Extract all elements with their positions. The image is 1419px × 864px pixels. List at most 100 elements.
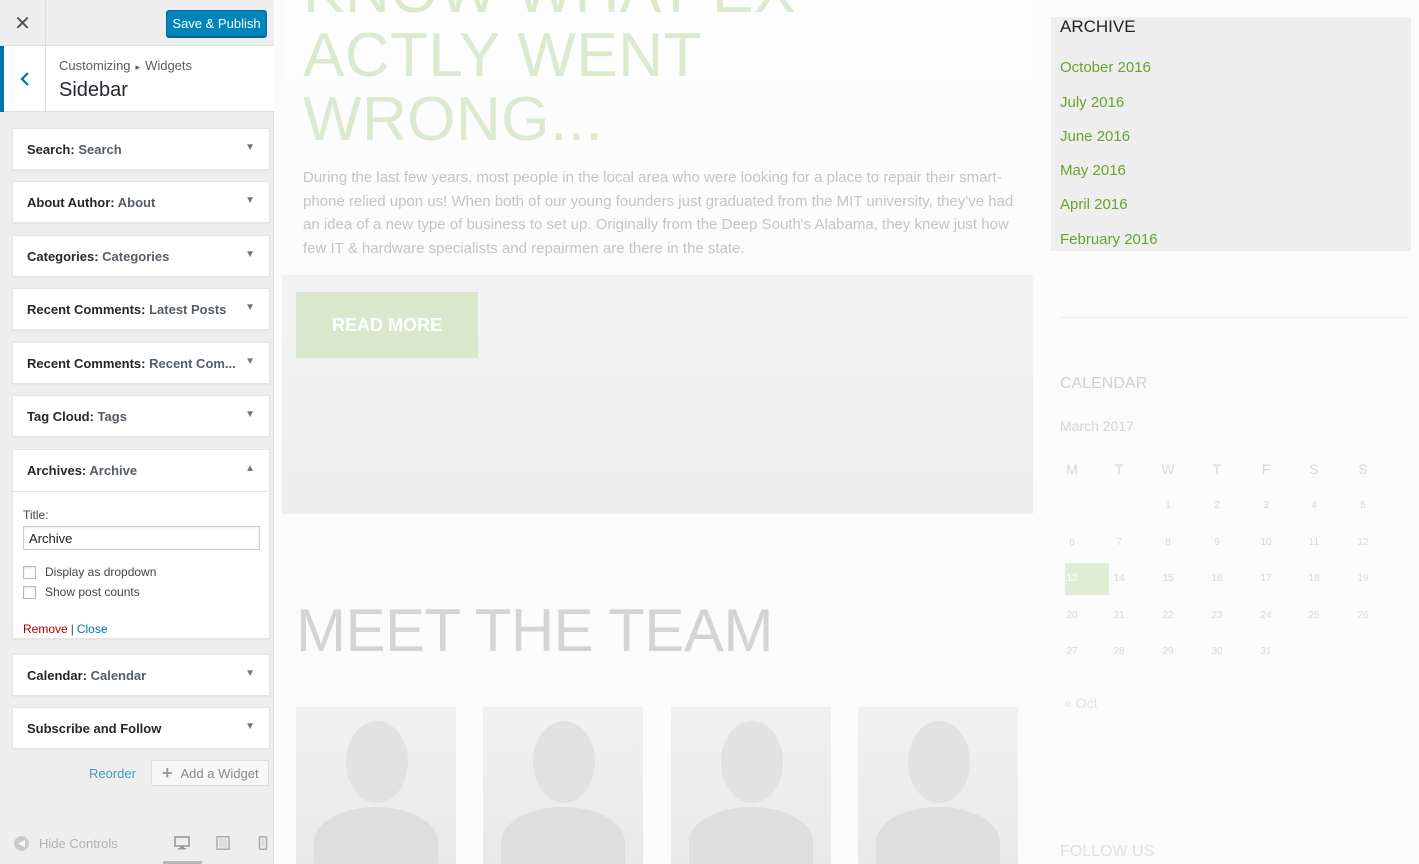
- add-widget-button[interactable]: + Add a Widget: [151, 760, 269, 786]
- caret-down-icon[interactable]: ▼: [245, 302, 255, 313]
- widget-type: Recent Comments: [27, 302, 142, 317]
- calendar-month: March 2017: [1060, 418, 1134, 434]
- caret-up-icon[interactable]: ▲: [245, 463, 255, 474]
- widget-archives-expanded: Archives: Archive ▲ Title: Display as dr…: [12, 449, 270, 639]
- calendar-day: 19: [1357, 573, 1369, 584]
- calendar-day: 4: [1311, 500, 1317, 511]
- breadcrumb-current: Widgets: [145, 58, 193, 73]
- calendar-weekday: W: [1161, 461, 1175, 477]
- archive-link[interactable]: July 2016: [1060, 94, 1124, 111]
- calendar-prev-link[interactable]: « Oct: [1064, 695, 1097, 711]
- breadcrumb-separator: ▸: [135, 62, 141, 72]
- calendar-weekday: F: [1261, 461, 1271, 477]
- calendar-day: 13: [1066, 573, 1078, 584]
- breadcrumb: Customizing ▸ Widgets: [59, 58, 192, 73]
- calendar-day: 16: [1211, 573, 1223, 584]
- close-icon[interactable]: ✕: [0, 0, 46, 46]
- follow-us-title: FOLLOW US: [1060, 843, 1155, 860]
- tablet-preview-icon[interactable]: [215, 836, 231, 850]
- widget-title: Search: Search: [27, 142, 122, 157]
- post-counts-option[interactable]: Show post counts: [23, 585, 140, 599]
- archive-widget: ARCHIVE October 2016 July 2016 June 2016…: [1051, 17, 1411, 251]
- title-input[interactable]: [23, 526, 260, 550]
- calendar-day: 6: [1069, 537, 1075, 548]
- hero-title-line: WRONG...: [303, 85, 604, 154]
- archive-link[interactable]: June 2016: [1060, 128, 1130, 145]
- save-publish-button[interactable]: Save & Publish: [166, 10, 267, 37]
- widget-title: Recent Comments: Recent Com...: [27, 356, 236, 371]
- team-member-photo: [296, 707, 456, 864]
- calendar-day: 15: [1162, 573, 1174, 584]
- archive-link[interactable]: May 2016: [1060, 162, 1126, 179]
- calendar-day: 8: [1165, 537, 1171, 548]
- calendar-day: 31: [1260, 646, 1272, 657]
- widget-title: Tag Cloud: Tags: [27, 409, 127, 424]
- hero-title-line: ACTLY WENT: [303, 21, 702, 90]
- archive-link[interactable]: April 2016: [1060, 196, 1128, 213]
- widget-calendar[interactable]: Calendar: Calendar ▼: [12, 654, 270, 696]
- widget-type: Search: [27, 142, 71, 157]
- team-member-photo: [483, 707, 643, 864]
- calendar-day: 28: [1113, 646, 1125, 657]
- add-widget-label: Add a Widget: [180, 765, 259, 781]
- calendar-day: 1: [1165, 500, 1171, 511]
- dropdown-checkbox[interactable]: [23, 565, 36, 579]
- collapse-arrow-icon: ◀: [14, 836, 29, 851]
- calendar-title: CALENDAR: [1060, 375, 1148, 392]
- calendar-day: 12: [1357, 537, 1369, 548]
- reorder-link[interactable]: Reorder: [89, 766, 136, 781]
- widget-recent-comments[interactable]: Recent Comments: Recent Com... ▼: [12, 342, 270, 384]
- mobile-preview-icon[interactable]: [255, 836, 271, 850]
- archive-link[interactable]: February 2016: [1060, 231, 1158, 248]
- calendar-day: 24: [1260, 610, 1272, 621]
- archive-title: ARCHIVE: [1060, 17, 1136, 36]
- post-counts-checkbox[interactable]: [23, 585, 36, 599]
- widget-title: Recent Comments: Latest Posts: [27, 302, 227, 317]
- calendar-day: 9: [1214, 537, 1220, 548]
- close-link[interactable]: Close: [77, 622, 108, 636]
- widget-type: Tag Cloud: [27, 409, 90, 424]
- calendar-day: 25: [1308, 610, 1320, 621]
- caret-down-icon[interactable]: ▼: [245, 356, 255, 367]
- widget-recent-comments-latest-posts[interactable]: Recent Comments: Latest Posts ▼: [12, 288, 270, 330]
- dropdown-checkbox-label: Display as dropdown: [45, 565, 157, 579]
- hide-controls-button[interactable]: ◀ Hide Controls: [14, 836, 118, 851]
- plus-icon: +: [162, 762, 173, 783]
- caret-down-icon[interactable]: ▼: [245, 409, 255, 420]
- remove-link[interactable]: Remove: [23, 622, 68, 636]
- widget-tag-cloud[interactable]: Tag Cloud: Tags ▼: [12, 395, 270, 437]
- desktop-preview-icon[interactable]: [174, 836, 190, 850]
- section-title: Sidebar: [59, 79, 128, 101]
- caret-down-icon[interactable]: ▼: [245, 142, 255, 153]
- calendar-day: 17: [1260, 573, 1272, 584]
- post-counts-checkbox-label: Show post counts: [45, 585, 140, 599]
- breadcrumb-root: Customizing: [59, 58, 131, 73]
- dropdown-option[interactable]: Display as dropdown: [23, 565, 156, 579]
- caret-down-icon[interactable]: ▼: [245, 195, 255, 206]
- widget-title: Archives: Archive: [27, 463, 138, 478]
- calendar-weekday: T: [1114, 461, 1124, 477]
- caret-down-icon[interactable]: ▼: [245, 249, 255, 260]
- calendar-day: 22: [1162, 610, 1174, 621]
- widget-title: About Author: About: [27, 195, 156, 210]
- widget-subscribe-follow[interactable]: Subscribe and Follow ▼: [12, 707, 270, 749]
- widget-type: Recent Comments: [27, 356, 142, 371]
- widget-about-author[interactable]: About Author: About ▼: [12, 181, 270, 223]
- caret-down-icon[interactable]: ▼: [245, 668, 255, 679]
- calendar-day: 7: [1116, 537, 1122, 548]
- widget-search[interactable]: Search: Search ▼: [12, 128, 270, 170]
- calendar-day: 2: [1214, 500, 1220, 511]
- calendar-day: 21: [1113, 610, 1125, 621]
- read-more-button[interactable]: READ MORE: [296, 292, 478, 358]
- widget-actions: Remove | Close: [23, 622, 108, 636]
- calendar-weekday: T: [1212, 461, 1222, 477]
- caret-down-icon[interactable]: ▼: [245, 721, 255, 732]
- archive-link[interactable]: October 2016: [1060, 59, 1151, 76]
- widget-instance-title: Categories: [102, 249, 170, 264]
- widget-type: About Author: [27, 195, 111, 210]
- widget-type: Archives: [27, 463, 82, 478]
- widget-categories[interactable]: Categories: Categories ▼: [12, 235, 270, 277]
- calendar-day: 10: [1260, 537, 1272, 548]
- back-arrow-icon[interactable]: [0, 46, 46, 112]
- widget-archives-header[interactable]: Archives: Archive ▲: [13, 450, 269, 492]
